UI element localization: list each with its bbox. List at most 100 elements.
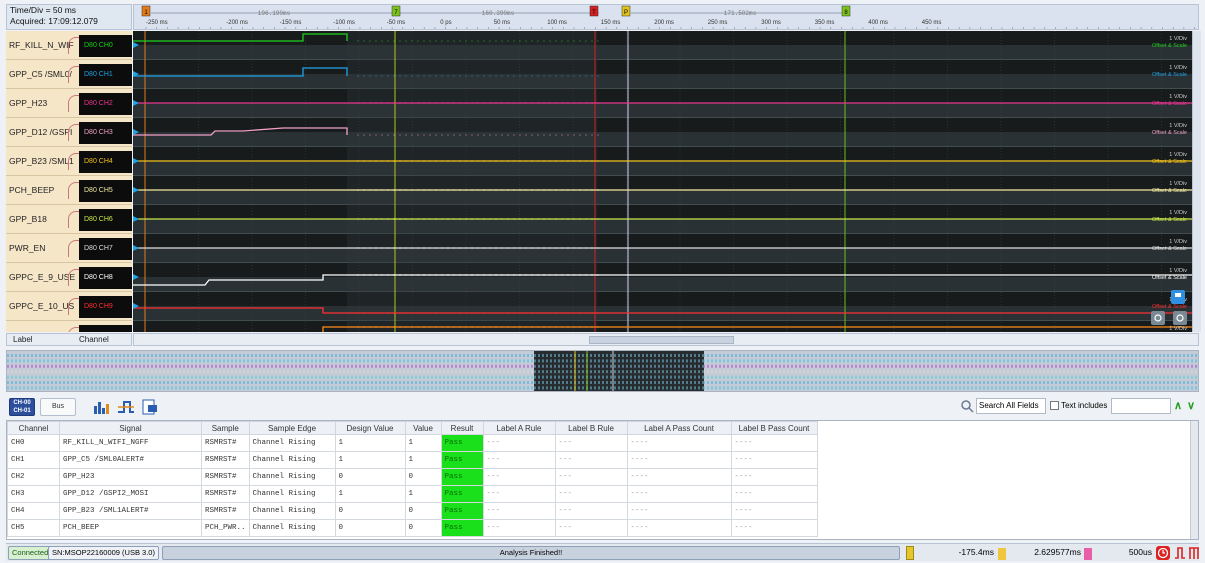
channel-label-row[interactable]: GPP_D12 /GSPI D80 CH3 <box>6 118 132 147</box>
save-icon[interactable] <box>1171 290 1185 304</box>
channel-label-row[interactable]: USB_OC_NOD80 CH10 <box>6 321 132 332</box>
column-header[interactable]: Sample <box>201 421 250 435</box>
offset-scale-label[interactable]: Offset & Scale <box>1152 217 1187 223</box>
offset-scale-label[interactable]: Offset & Scale <box>1152 72 1187 78</box>
cursor-marker[interactable]: 1 <box>141 5 151 17</box>
vdiv-label: 1 V/Div <box>1169 152 1187 158</box>
table-cell: --- <box>482 468 556 486</box>
ruler-tick-label: -150 ms <box>280 20 302 26</box>
table-scrollbar[interactable] <box>1190 421 1198 539</box>
column-header[interactable]: Result <box>440 421 484 435</box>
channel-label-row[interactable]: GPP_B23 /SML1 D80 CH4 <box>6 147 132 176</box>
table-row[interactable]: CH2 GPP_H23 RSMRST# Channel Rising 0 0 Pass ---… <box>7 468 818 486</box>
offset-scale-label[interactable]: Offset & Scale <box>1152 246 1187 252</box>
table-cell: CH0 <box>7 434 60 452</box>
search-field-select[interactable]: Search All Fields <box>976 398 1046 414</box>
column-header[interactable]: Design Value <box>334 421 406 435</box>
table-cell: 0 <box>334 519 406 537</box>
channel-name: GPPC_E_10_US <box>9 301 75 311</box>
cursor-marker[interactable]: T <box>589 5 599 17</box>
channel-label-row[interactable]: RF_KILL_N_WIF D80 CH0 <box>6 31 132 60</box>
search-up-icon[interactable]: ∧ <box>1174 399 1182 412</box>
timing-button[interactable] <box>116 398 136 416</box>
column-header[interactable]: Value <box>404 421 442 435</box>
channel-select-button[interactable]: CH-00 CH-01 <box>9 398 35 416</box>
offset-scale-label[interactable]: Offset & Scale <box>1152 304 1187 310</box>
table-row[interactable]: CH0 RF_KILL_N_WIFI_NGFF RSMRST# Channel Ris… <box>7 434 818 452</box>
bus-button[interactable]: Bus <box>40 398 76 416</box>
column-header[interactable]: Label B Pass Count <box>730 421 818 435</box>
time-ruler[interactable]: -250 ms -200 ms -150 ms -100 ms -50 ms 0 ps 50… <box>133 4 1199 30</box>
table-cell: CH1 <box>7 451 60 469</box>
channel-code: D80 CH2 <box>79 93 132 115</box>
channel-label-row[interactable]: GPP_B18 D80 CH6 <box>6 205 132 234</box>
channel-label-row[interactable]: PCH_BEEP D80 CH5 <box>6 176 132 205</box>
column-header[interactable]: Channel <box>7 421 60 435</box>
channel-code: D80 CH9 <box>79 296 132 318</box>
table-row[interactable]: CH3 GPP_D12 /GSPI2_MOSI RSMRST# Channel Ris… <box>7 485 818 503</box>
table-cell: Pass <box>440 434 484 452</box>
channel-label-row[interactable]: PWR_EN D80 CH7 <box>6 234 132 263</box>
cursor-marker[interactable]: 8 <box>841 5 851 17</box>
waveform-svg: 1 V/DivOffset & Scale1 V/DivOffset & Sca… <box>133 31 1199 332</box>
vdiv-label: 1 V/Div <box>1169 210 1187 216</box>
offset-scale-label[interactable]: Offset & Scale <box>1152 43 1187 49</box>
zoom-icon[interactable] <box>1173 311 1187 325</box>
ch-bottom-label: CH-01 <box>13 408 31 414</box>
waveform-horizontal-scrollbar[interactable] <box>133 333 1199 346</box>
table-cell: RSMRST# <box>201 485 250 503</box>
time-div-label: Time/Div = 50 ms <box>10 5 77 15</box>
table-row[interactable]: CH4 GPP_B23 /SML1ALERT# RSMRST# Channel Ris… <box>7 502 818 520</box>
column-header[interactable]: Label A Rule <box>482 421 556 435</box>
table-cell: Pass <box>440 519 484 537</box>
export-button[interactable] <box>140 398 160 416</box>
ruler-span-label: 196.190ms <box>258 10 291 17</box>
column-header[interactable]: Sample Edge <box>248 421 336 435</box>
waveform-display[interactable]: 1 V/Div Offset & Scale 1 V/Div Offset & Sca… <box>133 31 1199 332</box>
channel-label-row[interactable]: GPPC_E_10_US D80 CH9 <box>6 292 132 321</box>
table-row[interactable]: CH1 GPP_C5 /SML0ALERT# RSMRST# Channel Risi… <box>7 451 818 469</box>
table-cell: ---- <box>730 468 818 486</box>
cursor-b-icon <box>998 548 1006 560</box>
search-text-input[interactable] <box>1111 398 1171 414</box>
channel-label-row[interactable]: GPPC_E_9_USE D80 CH8 <box>6 263 132 292</box>
overview-strip[interactable] <box>6 350 1199 392</box>
channel-label-row[interactable]: GPP_H23 D80 CH2 <box>6 89 132 118</box>
ruler-tick-label: 0 ps <box>440 20 451 26</box>
offset-scale-label[interactable]: Offset & Scale <box>1152 275 1187 281</box>
cursor-marker[interactable]: P <box>621 5 631 17</box>
column-header[interactable]: Label B Rule <box>554 421 628 435</box>
column-header[interactable]: Signal <box>59 421 202 435</box>
table-cell: Pass <box>440 451 484 469</box>
ruler-span-label: 160.390ms <box>482 10 515 17</box>
multi-pulse-icon[interactable] <box>1188 546 1200 560</box>
search-bar: Search All Fields Text includes ∧ ∨ <box>958 398 1199 414</box>
table-cell: 1 <box>404 434 442 452</box>
channel-label-row[interactable]: GPP_C5 /SML0/D80 CH1 <box>6 60 132 89</box>
offset-scale-label[interactable]: Offset & Scale <box>1152 159 1187 165</box>
table-cell: RSMRST# <box>201 502 250 520</box>
table-row[interactable]: CH5 PCH_BEEP PCH_PWR.. Channel Rising 0 0 Pass… <box>7 519 818 537</box>
offset-scale-label[interactable]: Offset & Scale <box>1152 130 1187 136</box>
cursor-marker[interactable]: 7 <box>391 5 401 17</box>
waveform-vertical-scrollbar[interactable] <box>1192 31 1201 332</box>
clock-icon[interactable] <box>1156 546 1170 560</box>
table-cell: Channel Rising <box>248 502 336 520</box>
search-down-icon[interactable]: ∨ <box>1187 399 1195 412</box>
channel-code: D80 CH8 <box>79 267 132 289</box>
pulse-icon[interactable] <box>1174 546 1186 560</box>
channel-code: D80 CH6 <box>79 209 132 231</box>
offset-scale-label[interactable]: Offset & Scale <box>1152 101 1187 107</box>
channel-name: GPP_H23 <box>9 98 48 108</box>
search-mode-select[interactable]: Text includes <box>1050 398 1110 414</box>
table-header-row: Channel Signal Sample Sample Edge Design Val… <box>7 421 818 435</box>
label-column-header: Label Channel <box>6 333 132 346</box>
scrollbar-thumb[interactable] <box>589 336 734 344</box>
bar-chart-button[interactable] <box>92 398 112 416</box>
offset-scale-label[interactable]: Offset & Scale <box>1152 188 1187 194</box>
zoom-icon[interactable] <box>1151 311 1165 325</box>
column-header[interactable]: Label A Pass Count <box>626 421 732 435</box>
table-cell: Channel Rising <box>248 434 336 452</box>
analysis-message: Analysis Finished!! <box>162 546 900 560</box>
vdiv-label: 1 V/Div <box>1169 65 1187 71</box>
